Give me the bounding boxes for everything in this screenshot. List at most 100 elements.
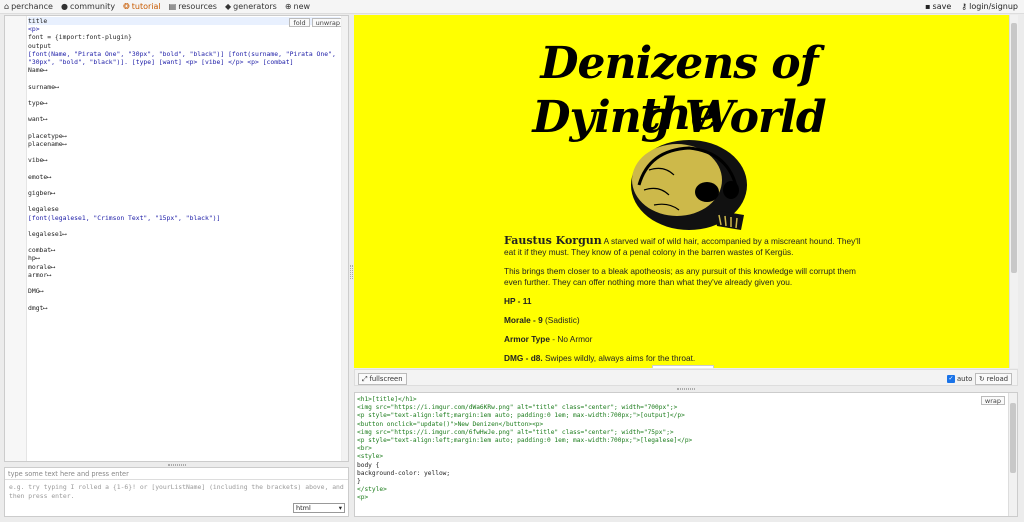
code-text: want⟷ xyxy=(28,115,48,124)
html-code-line[interactable]: <img src="https://i.imgur.com/6fwHwJe.pn… xyxy=(357,429,1005,437)
preview-scrollbar[interactable] xyxy=(1009,15,1018,368)
morale-stat: Morale - 9 xyxy=(504,315,543,325)
denizen-description: Faustus Korgun A starved waif of wild ha… xyxy=(504,235,864,258)
html-code-text: body { xyxy=(357,461,380,469)
code-line[interactable]: 707 xyxy=(28,197,340,205)
html-code-line[interactable]: background-color: yellow; xyxy=(357,470,1005,478)
code-line[interactable]: 769▾DMG⟷ xyxy=(28,287,340,295)
new-denizen-button[interactable] xyxy=(652,365,714,368)
code-line[interactable]: 561 xyxy=(28,107,340,115)
html-code-text: <br> xyxy=(357,445,372,453)
code-line[interactable]: 807 xyxy=(28,320,340,328)
code-line[interactable]: 219 xyxy=(28,74,340,82)
test-input[interactable]: type some text here and press enter xyxy=(5,468,348,480)
code-line[interactable]: 759▾armor⟷ xyxy=(28,271,340,279)
nav-item-community[interactable]: ● community xyxy=(61,2,115,11)
code-line[interactable]: 806 xyxy=(28,312,340,320)
fullscreen-button[interactable]: ⤢ fullscreen xyxy=(358,373,407,385)
nav-item-new[interactable]: ⊕ new xyxy=(285,2,310,11)
wrap-button[interactable]: wrap xyxy=(980,396,1005,405)
html-code-line[interactable]: <button onclick="update()">New Denizen</… xyxy=(357,421,1005,429)
code-line[interactable]: 681▾gigben⟷ xyxy=(28,189,340,197)
html-code-text: <style> xyxy=(357,453,384,461)
output-mode-value: html xyxy=(296,504,311,512)
preview-resize-handle[interactable] xyxy=(354,387,1018,391)
code-text: "30px", "bold", "black")]. [type] [want]… xyxy=(28,57,294,66)
html-editor-scrollbar[interactable] xyxy=(1008,393,1017,516)
line-number-gutter xyxy=(5,16,27,461)
code-line[interactable]: 716▾hp⟷ xyxy=(28,254,340,262)
nav-label: resources xyxy=(178,2,217,11)
auto-reload-toggle[interactable]: ✓ auto xyxy=(944,373,975,385)
code-line[interactable]: 709 [font(legalese1, "Crimson Text", "15… xyxy=(28,214,340,222)
html-code-text: </style> xyxy=(357,486,387,494)
login-signup-link[interactable]: ⚷ login/signup xyxy=(961,2,1018,11)
code-line[interactable]: 4▾output xyxy=(28,42,340,50)
html-code-line[interactable]: <p style="text-align:left;margin:1em aut… xyxy=(357,437,1005,445)
nav-item-generators[interactable]: ◆ generators xyxy=(225,2,277,11)
code-line[interactable]: 568▾placename⟷ xyxy=(28,140,340,148)
code-line[interactable]: 652▾vibe⟷ xyxy=(28,156,340,164)
lists-editor[interactable]: 1▾title2 <p>3font = {import:font-plugin}… xyxy=(4,15,349,462)
code-line[interactable]: 710 xyxy=(28,222,340,230)
code-line[interactable]: 776▾dmgt⟷ xyxy=(28,304,340,312)
home-icon: ⌂ xyxy=(4,1,10,11)
main-nav: ⌂ perchance ● community ❂ tutorial ▤ resources ◆… xyxy=(0,2,310,11)
html-code-line[interactable]: <p style="text-align:left;margin:1em aut… xyxy=(357,412,1005,420)
code-lines[interactable]: 1▾title2 <p>3font = {import:font-plugin}… xyxy=(28,17,340,328)
html-editor[interactable]: <h1>[title]</h1> <img src="https://i.imgu… xyxy=(354,392,1018,517)
code-line[interactable]: 651 xyxy=(28,148,340,156)
code-line[interactable]: 768 xyxy=(28,279,340,287)
generated-output: Faustus Korgun A starved waif of wild ha… xyxy=(504,235,864,368)
html-code-line[interactable]: <style> xyxy=(357,453,1005,461)
editor-scrollbar[interactable] xyxy=(341,16,348,461)
code-line[interactable]: 5 [font(Name, "Pirata One", "30px", "bol… xyxy=(28,50,340,58)
code-line[interactable]: 6▾Name⟷ xyxy=(28,66,340,74)
plus-circle-icon: ⊕ xyxy=(284,1,292,11)
code-line[interactable]: 3font = {import:font-plugin} xyxy=(28,33,340,41)
html-code-line[interactable]: <h1>[title]</h1> xyxy=(357,396,1005,404)
code-line[interactable]: 654 xyxy=(28,164,340,172)
html-code-text: <img src="https://i.imgur.com/dWa6KRw.pn… xyxy=(357,404,678,412)
html-code-line[interactable]: } xyxy=(357,478,1005,486)
html-code-line[interactable]: <br> xyxy=(357,445,1005,453)
nav-item-tutorial[interactable]: ❂ tutorial xyxy=(123,2,161,11)
code-text: dmgt⟷ xyxy=(28,303,48,312)
code-line[interactable]: 680 xyxy=(28,181,340,189)
code-line[interactable]: 655▾emote⟷ xyxy=(28,173,340,181)
code-line[interactable]: 708▾legalese xyxy=(28,205,340,213)
code-line[interactable]: 565▾placetype⟷ xyxy=(28,132,340,140)
html-code-line[interactable]: </style> xyxy=(357,486,1005,494)
code-text: placetype⟷ xyxy=(28,131,67,140)
code-text: armor⟷ xyxy=(28,270,52,279)
html-code-line[interactable]: body { xyxy=(357,462,1005,470)
html-code-text: <p style="text-align:left;margin:1em aut… xyxy=(357,436,693,444)
code-line[interactable]: 713 xyxy=(28,238,340,246)
html-code-line[interactable]: <img src="https://i.imgur.com/dWa6KRw.pn… xyxy=(357,404,1005,412)
html-code-text: <p> xyxy=(357,494,369,502)
code-line[interactable]: 459 xyxy=(28,91,340,99)
code-line[interactable]: 741▾morale⟷ xyxy=(28,263,340,271)
code-text: morale⟷ xyxy=(28,262,55,271)
output-mode-select[interactable]: html ▾ xyxy=(293,503,345,513)
save-button[interactable]: ▪ save xyxy=(925,2,951,11)
nav-item-resources[interactable]: ▤ resources xyxy=(169,2,217,11)
code-line[interactable]: 775 xyxy=(28,295,340,303)
code-line[interactable]: 562▾want⟷ xyxy=(28,115,340,123)
top-bar: ⌂ perchance ● community ❂ tutorial ▤ resources ◆… xyxy=(0,0,1024,14)
reload-button[interactable]: ↻ reload xyxy=(975,373,1013,385)
code-line[interactable]: 460▾type⟷ xyxy=(28,99,340,107)
html-code-lines[interactable]: <h1>[title]</h1> <img src="https://i.imgu… xyxy=(357,396,1005,502)
code-line[interactable]: "30px", "bold", "black")]. [type] [want]… xyxy=(28,58,340,66)
html-code-line[interactable]: <p> xyxy=(357,494,1005,502)
html-code-text: } xyxy=(357,477,361,485)
code-line[interactable]: 714▾combat⟷ xyxy=(28,246,340,254)
fold-button[interactable]: fold xyxy=(289,18,310,27)
code-line[interactable]: 711▾legalese1⟷ xyxy=(28,230,340,238)
nav-item-perchance[interactable]: ⌂ perchance xyxy=(4,2,53,11)
nav-label: perchance xyxy=(11,2,53,11)
code-line[interactable]: 220▾surname⟷ xyxy=(28,83,340,91)
code-line[interactable]: 564 xyxy=(28,123,340,131)
html-code-text: <img src="https://i.imgur.com/6fwHwJe.pn… xyxy=(357,428,674,436)
unwrap-button[interactable]: unwrap xyxy=(311,18,344,27)
